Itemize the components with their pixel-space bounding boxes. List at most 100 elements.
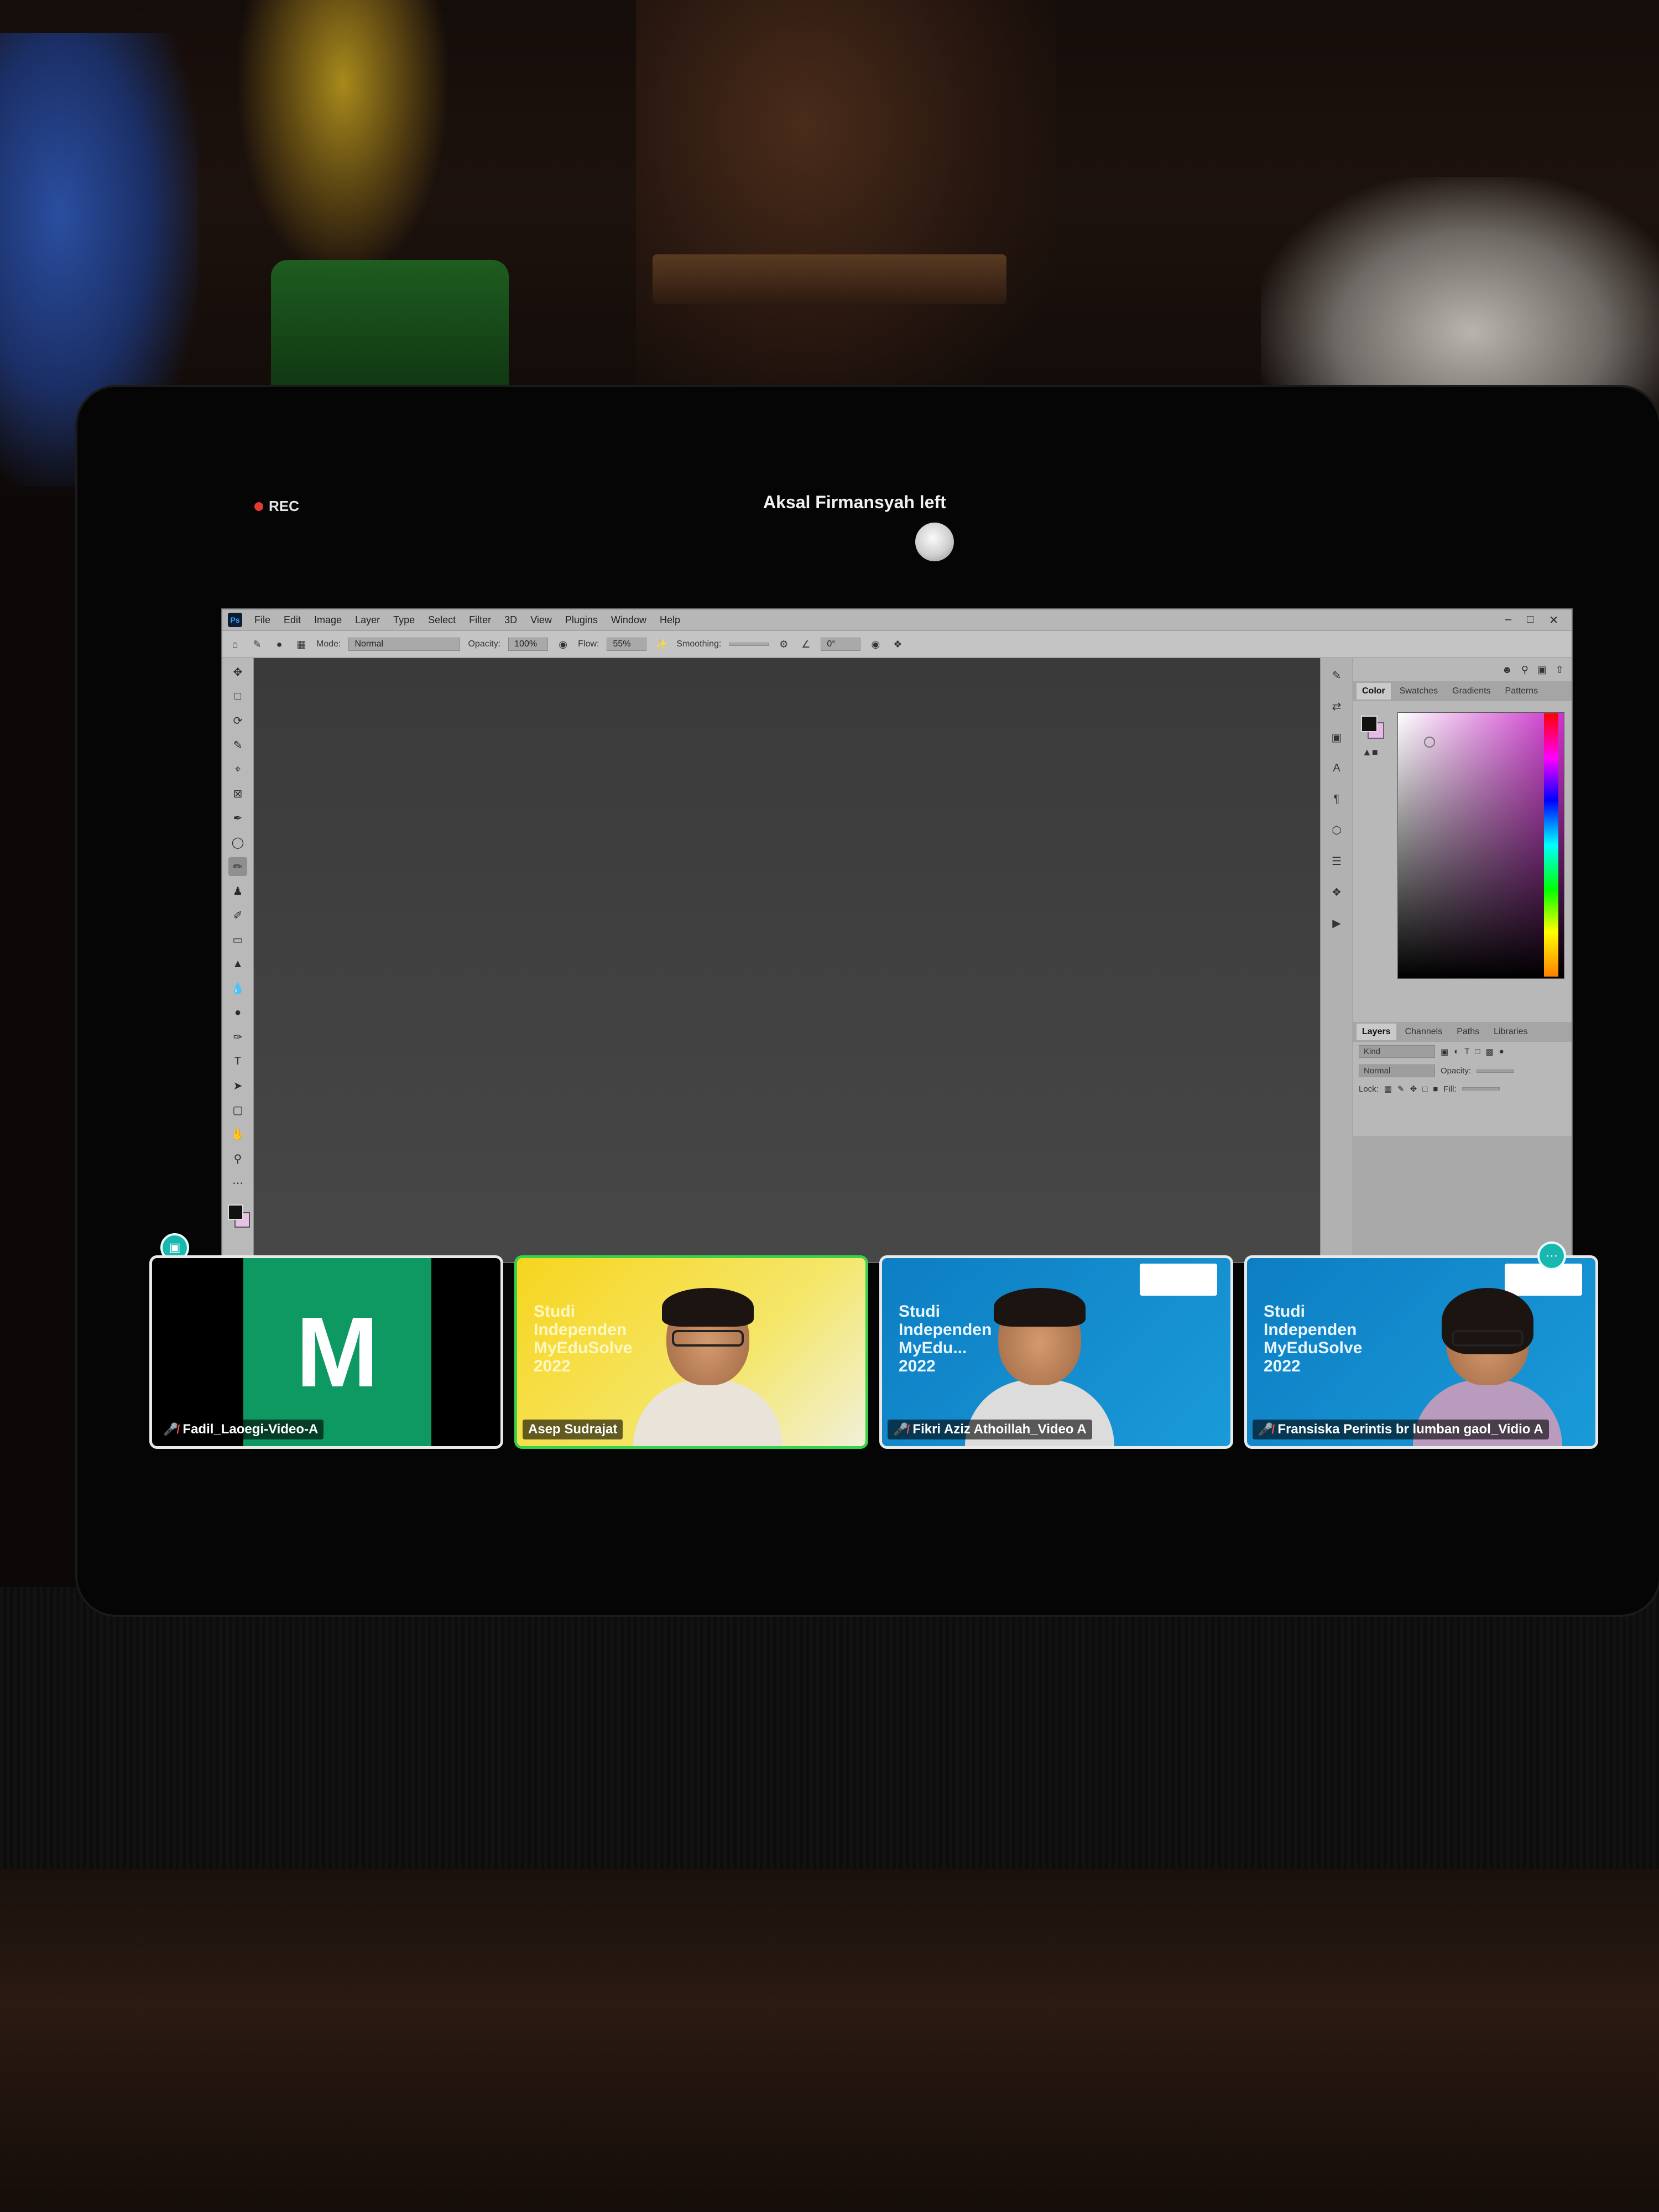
tab-libraries[interactable]: Libraries	[1488, 1024, 1533, 1040]
pen-tool-icon[interactable]: ✑	[228, 1027, 247, 1046]
close-icon[interactable]: ✕	[1549, 613, 1558, 627]
participant-tile[interactable]: Studi Independen MyEdu... 2022 🎤̸ Fikri …	[879, 1255, 1233, 1449]
dodge-tool-icon[interactable]: ●	[228, 1003, 247, 1022]
type-tool-icon[interactable]: T	[228, 1052, 247, 1071]
opacity-field[interactable]: 100%	[508, 638, 549, 651]
airbrush-icon[interactable]: ✨	[654, 637, 669, 651]
filter-shape-icon[interactable]: □	[1475, 1047, 1480, 1056]
lock-pixels-icon[interactable]: ▦	[1384, 1084, 1392, 1094]
lock-brush-icon[interactable]: ✎	[1397, 1084, 1405, 1094]
filter-adjust-icon[interactable]: ◐	[1454, 1047, 1459, 1056]
color-picker-ring[interactable]	[1424, 737, 1435, 748]
tab-swatches[interactable]: Swatches	[1394, 683, 1443, 700]
clone-source-panel-icon[interactable]: ❖	[1327, 883, 1346, 901]
actions-play-icon[interactable]: ▶	[1327, 914, 1346, 932]
color-swatches[interactable]	[227, 1203, 250, 1228]
eyedropper-tool-icon[interactable]: ✒	[228, 808, 247, 827]
mode-select[interactable]: Normal	[348, 638, 461, 651]
history-brush-tool-icon[interactable]: ✐	[228, 906, 247, 925]
more-options-icon[interactable]: ⋯	[1537, 1241, 1566, 1270]
lock-all-icon[interactable]: ■	[1433, 1084, 1438, 1094]
character-panel-icon[interactable]: A	[1327, 759, 1346, 778]
hue-slider[interactable]	[1544, 713, 1558, 977]
canvas-area[interactable]	[254, 658, 1320, 1262]
crop-tool-icon[interactable]: ⌖	[228, 760, 247, 779]
fill-field[interactable]	[1462, 1087, 1500, 1091]
symmetry-icon[interactable]: ❖	[890, 637, 905, 651]
participant-tile-active-speaker[interactable]: Studi Independen MyEduSolve 2022 Asep Su…	[514, 1255, 868, 1449]
menu-select[interactable]: Select	[421, 614, 462, 626]
tab-paths[interactable]: Paths	[1451, 1024, 1485, 1040]
cloud-account-icon[interactable]: ☻	[1502, 664, 1512, 676]
spot-heal-tool-icon[interactable]: ◯	[228, 833, 247, 852]
marquee-tool-icon[interactable]: □	[228, 687, 247, 706]
more-tools-icon[interactable]: ⋯	[228, 1173, 247, 1192]
pressure-opacity-icon[interactable]: ◉	[556, 637, 570, 651]
quick-select-tool-icon[interactable]: ✎	[228, 735, 247, 754]
maximize-icon[interactable]: □	[1527, 613, 1533, 627]
flow-field[interactable]: 55%	[607, 638, 647, 651]
tab-color[interactable]: Color	[1357, 683, 1391, 700]
menu-view[interactable]: View	[524, 614, 559, 626]
menu-image[interactable]: Image	[307, 614, 348, 626]
brush-settings-panel-icon[interactable]: ✎	[1327, 666, 1346, 685]
paragraph-panel-icon[interactable]: ¶	[1327, 790, 1346, 808]
tab-layers[interactable]: Layers	[1357, 1024, 1396, 1040]
menu-type[interactable]: Type	[387, 614, 421, 626]
brush-preset-icon[interactable]: ✎	[250, 637, 264, 651]
blend-mode-select[interactable]: Normal	[1359, 1065, 1435, 1077]
menu-edit[interactable]: Edit	[277, 614, 307, 626]
home-icon[interactable]: ⌂	[228, 637, 242, 651]
filter-image-icon[interactable]: ▣	[1441, 1047, 1448, 1057]
lock-artboard-icon[interactable]: □	[1422, 1084, 1427, 1094]
brush-size-icon[interactable]: ●	[272, 637, 286, 651]
menu-help[interactable]: Help	[653, 614, 687, 626]
menu-3d[interactable]: 3D	[498, 614, 524, 626]
image-panel-icon[interactable]: ▣	[1327, 728, 1346, 747]
participant-tile[interactable]: M 🎤̸ Fadil_Laoegi-Video-A	[149, 1255, 503, 1449]
panel-foreground-swatch[interactable]	[1361, 716, 1378, 732]
brush-tool-icon[interactable]: ✏	[228, 857, 247, 876]
foreground-color-swatch[interactable]	[228, 1204, 243, 1220]
filter-smart-icon[interactable]: ▩	[1485, 1047, 1493, 1057]
filter-toggle-icon[interactable]: ●	[1499, 1047, 1504, 1056]
menu-filter[interactable]: Filter	[462, 614, 498, 626]
tab-gradients[interactable]: Gradients	[1447, 683, 1496, 700]
lasso-tool-icon[interactable]: ⟳	[228, 711, 247, 730]
filter-type-icon[interactable]: T	[1464, 1047, 1469, 1056]
eraser-tool-icon[interactable]: ▭	[228, 930, 247, 949]
angle-field[interactable]: 0°	[821, 638, 861, 651]
layer-filter-input[interactable]: Kind	[1359, 1045, 1435, 1058]
color-picker-field[interactable]	[1397, 712, 1564, 979]
menu-file[interactable]: File	[248, 614, 277, 626]
participant-tile[interactable]: Studi Independen MyEduSolve 2022 🎤̸ Fran…	[1244, 1255, 1598, 1449]
tab-channels[interactable]: Channels	[1400, 1024, 1448, 1040]
clone-stamp-tool-icon[interactable]: ♟	[228, 881, 247, 900]
swap-panel-icon[interactable]: ⇄	[1327, 697, 1346, 716]
tab-patterns[interactable]: Patterns	[1500, 683, 1544, 700]
adjustments-panel-icon[interactable]: ☰	[1327, 852, 1346, 870]
workspace-icon[interactable]: ▣	[1537, 664, 1547, 676]
minimize-icon[interactable]: –	[1505, 613, 1511, 627]
smoothing-field[interactable]	[729, 643, 769, 646]
menu-window[interactable]: Window	[604, 614, 653, 626]
rectangle-tool-icon[interactable]: ▢	[228, 1100, 247, 1119]
hand-tool-icon[interactable]: ✋	[228, 1125, 247, 1144]
menu-layer[interactable]: Layer	[348, 614, 387, 626]
menu-plugins[interactable]: Plugins	[559, 614, 604, 626]
smoothing-settings-icon[interactable]: ⚙	[776, 637, 791, 651]
lock-position-icon[interactable]: ✥	[1410, 1084, 1417, 1094]
3d-panel-icon[interactable]: ⬡	[1327, 821, 1346, 839]
pressure-size-icon[interactable]: ◉	[868, 637, 883, 651]
layer-opacity-field[interactable]	[1477, 1069, 1515, 1073]
blur-tool-icon[interactable]: 💧	[228, 979, 247, 998]
move-tool-icon[interactable]: ✥	[228, 662, 247, 681]
path-select-tool-icon[interactable]: ➤	[228, 1076, 247, 1095]
frame-tool-icon[interactable]: ⊠	[228, 784, 247, 803]
gradient-tool-icon[interactable]: ▲	[228, 954, 247, 973]
brush-settings-icon[interactable]: ▦	[294, 637, 309, 651]
search-icon[interactable]: ⚲	[1521, 664, 1528, 676]
participant-name-tag: 🎤̸ Fikri Aziz Athoillah_Video A	[888, 1420, 1092, 1439]
zoom-tool-icon[interactable]: ⚲	[228, 1149, 247, 1168]
share-icon[interactable]: ⇧	[1556, 664, 1564, 676]
